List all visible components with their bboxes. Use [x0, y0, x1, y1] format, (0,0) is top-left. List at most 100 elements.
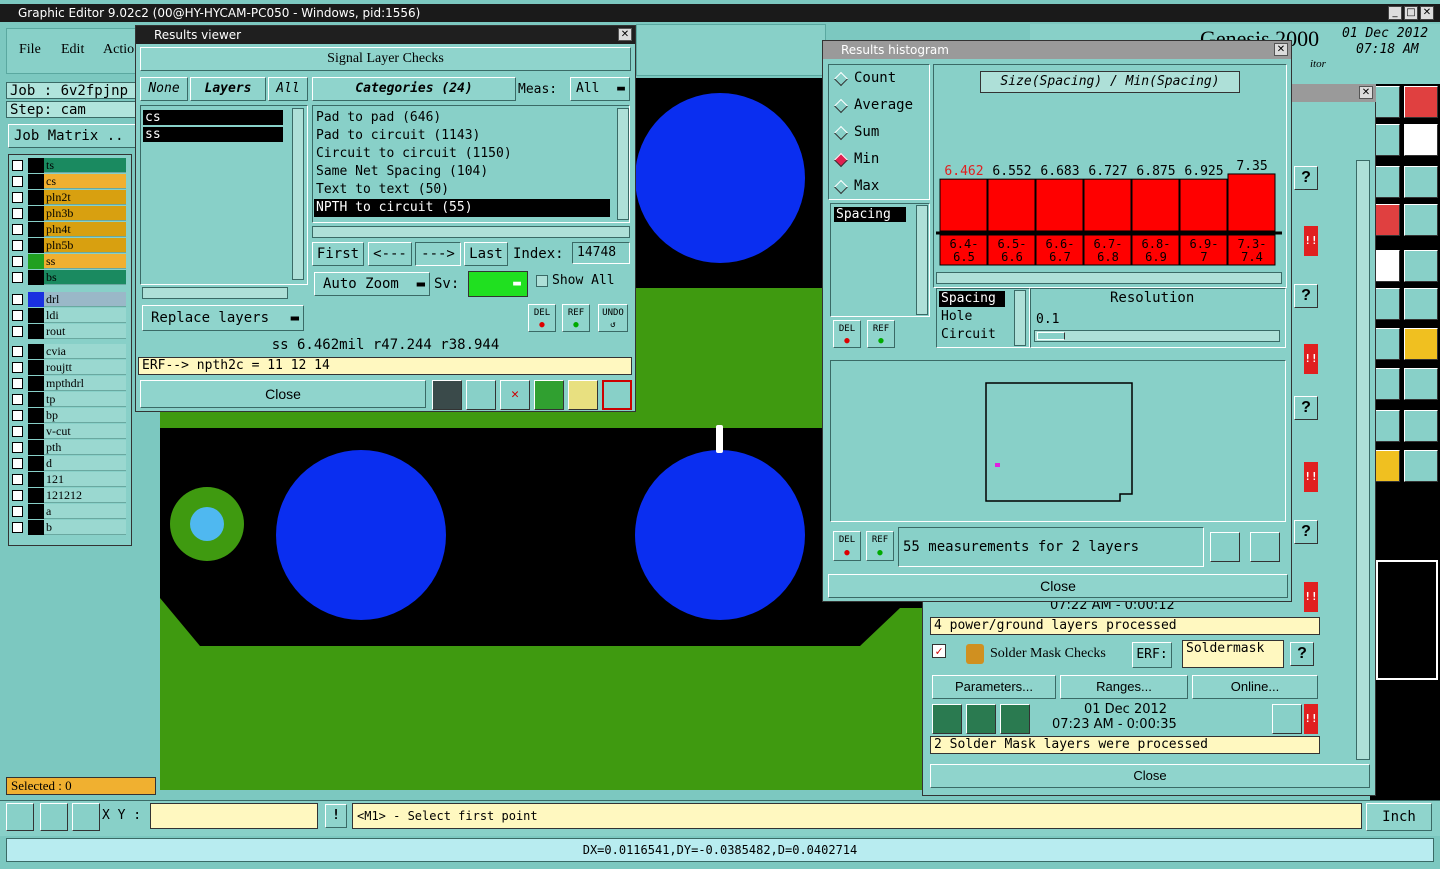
layer-row[interactable]: b: [10, 520, 128, 535]
histogram-bar[interactable]: [1227, 173, 1276, 232]
type-item[interactable]: Spacing: [939, 291, 1005, 307]
tool-icon[interactable]: [1372, 86, 1400, 118]
units-button[interactable]: Inch: [1366, 803, 1432, 831]
layer-row[interactable]: ldi: [10, 308, 128, 323]
layer-checkbox[interactable]: [12, 394, 23, 405]
minimize-button[interactable]: _: [1388, 6, 1402, 20]
category-item[interactable]: Same Net Spacing (104): [314, 163, 610, 181]
tool-icon[interactable]: [1372, 288, 1400, 320]
resolution-slider[interactable]: [1034, 330, 1280, 342]
layer-checkbox[interactable]: [12, 272, 23, 283]
layer-checkbox[interactable]: [12, 176, 23, 187]
histogram-bar[interactable]: [1035, 178, 1084, 232]
last-button[interactable]: Last: [464, 242, 508, 266]
layer-checkbox[interactable]: [12, 294, 23, 305]
type-item[interactable]: Hole: [939, 309, 1005, 325]
all-button[interactable]: All: [268, 77, 308, 101]
histogram-del-button[interactable]: DEL ●: [833, 320, 861, 348]
layer-row[interactable]: a: [10, 504, 128, 519]
preview-ref-button[interactable]: REF ●: [866, 531, 894, 561]
next-button[interactable]: --->: [415, 242, 461, 266]
layer-checkbox[interactable]: [12, 458, 23, 469]
layer-checkbox[interactable]: [12, 224, 23, 235]
parameters-button[interactable]: Parameters...: [932, 675, 1056, 699]
display-icon[interactable]: [432, 380, 462, 410]
layer-row[interactable]: pln4t: [10, 222, 128, 237]
category-list-scrollbar[interactable]: [617, 108, 629, 220]
layer-checkbox[interactable]: [12, 442, 23, 453]
histogram-bar[interactable]: [1083, 178, 1132, 232]
run-all-icon[interactable]: [966, 704, 996, 734]
job-matrix-button[interactable]: Job Matrix ..: [8, 124, 156, 148]
select-tool-icon[interactable]: [6, 803, 34, 831]
close-icon[interactable]: ✕: [1420, 6, 1434, 20]
layer-row[interactable]: d: [10, 456, 128, 471]
layer-checkbox[interactable]: [12, 160, 23, 171]
histogram-list-scrollbar[interactable]: [916, 205, 928, 315]
tool-icon[interactable]: [1404, 86, 1438, 118]
histogram-bar[interactable]: [939, 178, 988, 232]
menu-file[interactable]: File: [19, 42, 41, 58]
layer-checkbox[interactable]: [12, 490, 23, 501]
histogram-bar[interactable]: [987, 178, 1036, 232]
tool-icon[interactable]: [1372, 328, 1400, 360]
help-button[interactable]: ?: [1294, 396, 1318, 420]
tool-icon[interactable]: [1372, 450, 1400, 482]
layer-checkbox[interactable]: [12, 506, 23, 517]
layer-row[interactable]: pln3b: [10, 206, 128, 221]
tool-icon[interactable]: [1404, 166, 1438, 198]
erf-field[interactable]: Soldermask: [1182, 640, 1284, 668]
layer-row[interactable]: 121212: [10, 488, 128, 503]
layer-checkbox[interactable]: [12, 362, 23, 373]
layer-row[interactable]: cs: [10, 174, 128, 189]
show-all-checkbox[interactable]: [536, 275, 548, 287]
histogram-bar[interactable]: [1179, 178, 1228, 232]
run-stop-icon[interactable]: [1000, 704, 1030, 734]
layer-row[interactable]: ss: [10, 254, 128, 269]
layer-row[interactable]: bs: [10, 270, 128, 285]
layer-list-item[interactable]: ss: [143, 127, 283, 142]
first-button[interactable]: First: [312, 242, 364, 266]
help-button[interactable]: ?: [1290, 642, 1314, 666]
layer-checkbox[interactable]: [12, 474, 23, 485]
layer-checkbox[interactable]: [12, 378, 23, 389]
soldermask-checkbox[interactable]: ✓: [932, 644, 946, 658]
layer-list-item[interactable]: cs: [143, 110, 283, 125]
prompt-alert-button[interactable]: !: [325, 804, 347, 828]
none-button[interactable]: None: [140, 77, 188, 101]
tool-icon[interactable]: [1372, 250, 1400, 282]
tool-icon[interactable]: [1404, 124, 1438, 156]
undo-button[interactable]: UNDO ↺: [598, 304, 628, 332]
help-button[interactable]: ?: [1294, 520, 1318, 544]
layer-checkbox[interactable]: [12, 346, 23, 357]
layer-checkbox[interactable]: [12, 326, 23, 337]
layer-checkbox[interactable]: [12, 192, 23, 203]
replace-layers-dropdown[interactable]: Replace layers ▬: [142, 305, 304, 331]
histogram-icon[interactable]: [602, 380, 632, 410]
category-item[interactable]: NPTH to circuit (55): [314, 199, 610, 217]
categories-button[interactable]: Categories (24): [312, 77, 516, 101]
help-button[interactable]: ?: [1294, 284, 1318, 308]
report-icon[interactable]: [568, 380, 598, 410]
prev-button[interactable]: <---: [368, 242, 412, 266]
type-list-scrollbar[interactable]: [1014, 290, 1026, 346]
delete-ref-icon[interactable]: ✕: [500, 380, 530, 410]
tool-icon[interactable]: [1372, 204, 1400, 236]
histogram-ref-button[interactable]: REF ●: [867, 320, 895, 348]
layer-row[interactable]: pth: [10, 440, 128, 455]
layer-row[interactable]: ts: [10, 158, 128, 173]
layer-list-hscroll[interactable]: [142, 287, 288, 299]
numbering-icon[interactable]: [534, 380, 564, 410]
tool-icon[interactable]: [1404, 288, 1438, 320]
layer-checkbox[interactable]: [12, 208, 23, 219]
layer-row[interactable]: 121: [10, 472, 128, 487]
layer-row[interactable]: bp: [10, 408, 128, 423]
results-viewer-close-button[interactable]: Close: [140, 380, 426, 408]
category-item[interactable]: Pad to pad (646): [314, 109, 610, 127]
online-button[interactable]: Online...: [1192, 675, 1318, 699]
category-list-hscroll[interactable]: [312, 226, 630, 238]
layer-list-scrollbar[interactable]: [292, 108, 304, 280]
tool-icon[interactable]: [1404, 204, 1438, 236]
type-item[interactable]: Circuit: [939, 327, 1005, 343]
tool-icon[interactable]: [1372, 368, 1400, 400]
